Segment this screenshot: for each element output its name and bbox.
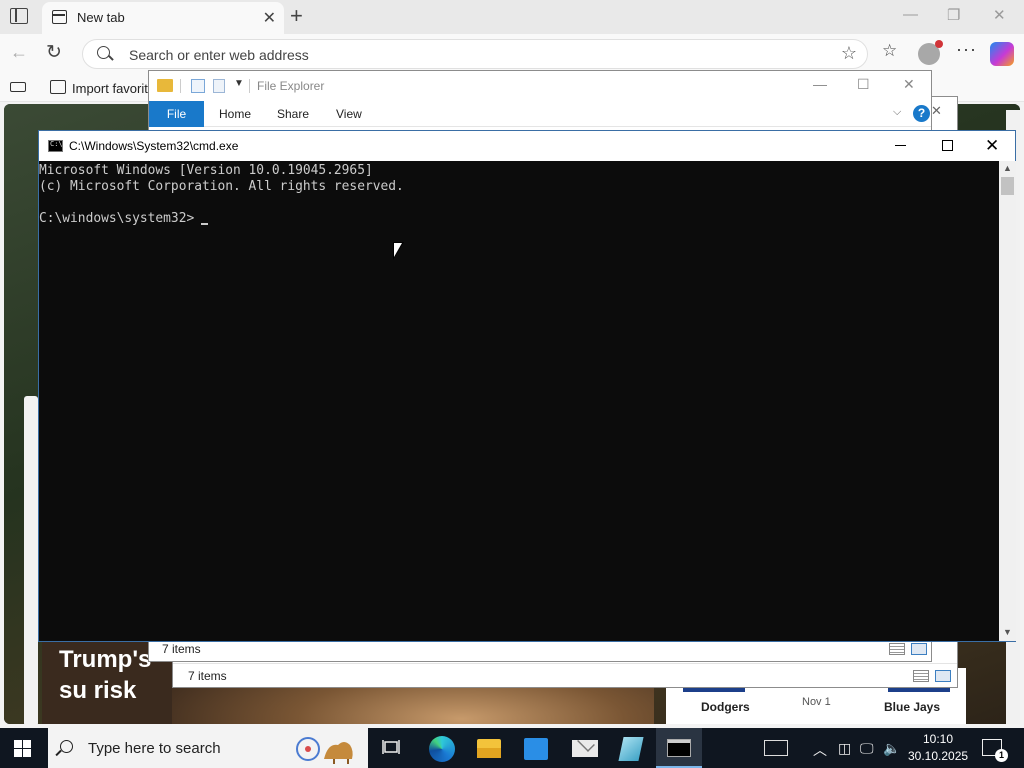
cmd-window: C:\Windows\System32\cmd.exe ✕ Microsoft … bbox=[38, 130, 1016, 642]
mail-icon[interactable] bbox=[572, 740, 598, 757]
cmd-minimize-button[interactable] bbox=[895, 145, 906, 146]
browser-minimize-button[interactable]: — bbox=[903, 6, 918, 23]
large-icons-view-icon[interactable] bbox=[911, 643, 927, 655]
item-count: 7 items bbox=[188, 669, 227, 683]
favorites-icon[interactable]: ☆ bbox=[882, 41, 897, 61]
explorer-title: File Explorer bbox=[257, 79, 325, 93]
cmd-title: C:\Windows\System32\cmd.exe bbox=[69, 139, 239, 153]
copilot-icon[interactable] bbox=[990, 42, 1014, 66]
start-button[interactable] bbox=[14, 740, 31, 757]
new-tab-button[interactable]: + bbox=[290, 3, 303, 29]
tab-actions-icon[interactable] bbox=[10, 8, 28, 24]
star-icon[interactable]: ☆ bbox=[841, 43, 857, 64]
search-icon bbox=[97, 46, 110, 59]
search-icon bbox=[60, 740, 73, 753]
back-icon[interactable]: ← bbox=[10, 42, 28, 63]
tab-favicon-icon bbox=[52, 10, 67, 24]
team-name-right: Blue Jays bbox=[884, 700, 941, 714]
taskbar-search-input[interactable]: Type here to search bbox=[88, 740, 221, 757]
address-input[interactable]: Search or enter web address bbox=[129, 47, 309, 63]
cmd-icon bbox=[48, 140, 63, 152]
divider bbox=[180, 79, 181, 93]
mouse-pointer-icon bbox=[393, 242, 404, 260]
refresh-icon[interactable]: ↻ bbox=[46, 41, 62, 64]
scroll-thumb[interactable] bbox=[1001, 177, 1014, 195]
divider bbox=[249, 79, 250, 93]
navigation-bar: ← ↻ Search or enter web address ☆ ☆ ··· bbox=[0, 34, 1024, 74]
browser-close-button[interactable]: ✕ bbox=[993, 6, 1006, 24]
news-and-interests-icon[interactable] bbox=[764, 740, 788, 756]
match-date: Nov 1 bbox=[802, 696, 831, 708]
reading-view-icon[interactable] bbox=[10, 82, 26, 92]
tab-view[interactable]: View bbox=[336, 107, 362, 121]
clock-time[interactable]: 10:10 bbox=[908, 732, 968, 746]
details-view-icon[interactable] bbox=[913, 670, 929, 682]
notification-badge: 1 bbox=[995, 749, 1008, 762]
cmd-close-button[interactable]: ✕ bbox=[985, 136, 999, 156]
explorer-back-close-button[interactable]: ✕ bbox=[931, 103, 942, 119]
properties-icon[interactable] bbox=[191, 79, 205, 93]
tab-share[interactable]: Share bbox=[277, 107, 309, 121]
cmd-maximize-button[interactable] bbox=[942, 140, 953, 151]
large-icons-view-icon[interactable] bbox=[935, 670, 951, 682]
help-icon[interactable]: ? bbox=[913, 105, 930, 122]
edge-icon[interactable] bbox=[429, 736, 455, 762]
import-icon bbox=[50, 80, 66, 94]
show-hidden-icons-icon[interactable]: ︿ bbox=[813, 740, 827, 760]
new-folder-icon[interactable] bbox=[213, 79, 225, 93]
clock-date[interactable]: 30.10.2025 bbox=[908, 749, 968, 763]
meet-now-icon[interactable]: ◫ bbox=[838, 740, 851, 757]
tab-new-tab[interactable]: New tab ✕ bbox=[42, 2, 284, 34]
tab-bar: New tab ✕ + — ❐ ✕ bbox=[0, 0, 1024, 34]
explorer-close-button[interactable]: ✕ bbox=[903, 76, 915, 93]
details-view-icon[interactable] bbox=[889, 643, 905, 655]
address-bar[interactable]: Search or enter web address ☆ bbox=[82, 39, 868, 69]
explorer-titlebar: ▼ File Explorer — ☐ ✕ bbox=[149, 71, 931, 101]
console-line: (c) Microsoft Corporation. All rights re… bbox=[39, 179, 404, 194]
browser-restore-button[interactable]: ❐ bbox=[947, 6, 960, 24]
cmd-console[interactable]: Microsoft Windows [Version 10.0.19045.29… bbox=[39, 161, 999, 641]
tab-close-icon[interactable]: ✕ bbox=[263, 8, 276, 28]
profile-icon[interactable] bbox=[918, 40, 943, 65]
file-explorer-icon[interactable] bbox=[477, 739, 501, 758]
speaker-icon[interactable]: 🔈 bbox=[883, 740, 900, 757]
import-favorites-link[interactable]: Import favorite bbox=[72, 81, 155, 96]
ribbon-tabs: File Home Share View ⌵ ? bbox=[149, 101, 931, 127]
tab-home[interactable]: Home bbox=[219, 107, 251, 121]
expand-ribbon-icon[interactable]: ⌵ bbox=[893, 106, 901, 119]
scroll-up-icon[interactable]: ▲ bbox=[1003, 163, 1012, 173]
scroll-down-icon[interactable]: ▼ bbox=[1003, 627, 1012, 637]
quick-access-dropdown-icon[interactable]: ▼ bbox=[234, 78, 244, 89]
task-view-icon[interactable] bbox=[382, 738, 400, 758]
item-count: 7 items bbox=[162, 642, 201, 656]
taskbar: Type here to search ︿ ◫ 🖵 🔈 10:10 30.10.… bbox=[0, 728, 1024, 768]
team-name-left: Dodgers bbox=[701, 700, 750, 714]
network-icon[interactable]: 🖵 bbox=[860, 740, 874, 757]
sticky-notes-icon[interactable] bbox=[618, 737, 644, 761]
tab-file[interactable]: File bbox=[149, 101, 204, 127]
console-prompt[interactable]: C:\windows\system32> bbox=[39, 211, 194, 226]
feed-panel-edge bbox=[24, 396, 38, 724]
cmd-titlebar: C:\Windows\System32\cmd.exe ✕ bbox=[39, 131, 1015, 161]
taskbar-search-box[interactable]: Type here to search bbox=[48, 728, 368, 768]
search-highlight-icon bbox=[296, 737, 353, 764]
taskbar-cmd-button[interactable] bbox=[656, 728, 702, 768]
explorer-maximize-button[interactable]: ☐ bbox=[857, 76, 870, 93]
status-bar: 7 items bbox=[173, 663, 957, 687]
store-icon[interactable] bbox=[524, 738, 548, 760]
cmd-scrollbar[interactable]: ▲ ▼ bbox=[999, 161, 1016, 641]
explorer-minimize-button[interactable]: — bbox=[813, 76, 827, 92]
tab-title: New tab bbox=[77, 10, 125, 25]
text-cursor bbox=[201, 223, 208, 225]
folder-icon bbox=[157, 79, 173, 92]
more-icon[interactable]: ··· bbox=[956, 39, 977, 60]
cmd-taskbar-icon bbox=[667, 739, 691, 757]
console-line: Microsoft Windows [Version 10.0.19045.29… bbox=[39, 163, 373, 178]
